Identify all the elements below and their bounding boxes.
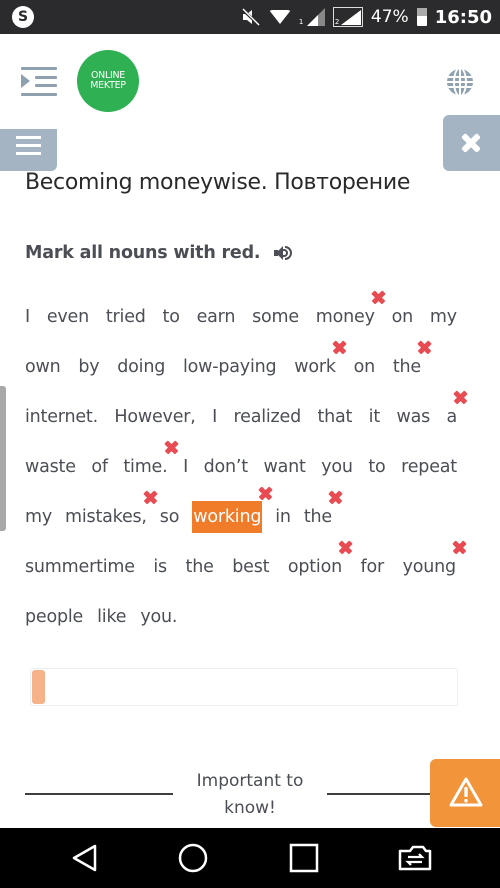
word[interactable]: mistakes, — [65, 505, 147, 529]
passage-line: waste of time. Idon’t want you to repeat — [25, 442, 457, 492]
speaker-icon[interactable] — [274, 246, 293, 260]
wrong-mark-icon — [328, 490, 342, 504]
word[interactable]: repeat — [401, 455, 457, 479]
word[interactable]: I — [25, 305, 30, 329]
word[interactable]: I — [212, 405, 217, 429]
word[interactable]: I — [183, 455, 188, 479]
divider-right — [327, 793, 435, 795]
passage-line: people like you. — [25, 592, 457, 642]
word[interactable]: for — [361, 555, 385, 579]
word[interactable]: internet. — [25, 405, 98, 429]
passage-line: own by doing low-paying work on the — [25, 342, 421, 392]
app-header: ONLINE MEKTEP — [0, 34, 500, 129]
warning-button[interactable] — [430, 759, 500, 827]
word[interactable]: earn — [197, 305, 236, 329]
battery-icon — [416, 8, 427, 26]
sidebar-toggle-button[interactable] — [0, 129, 57, 171]
word[interactable]: you — [321, 455, 353, 479]
progress-bar — [30, 668, 458, 706]
scrollbar[interactable] — [0, 386, 6, 531]
word[interactable]: time. — [123, 455, 167, 479]
word[interactable]: doing — [117, 355, 165, 379]
word[interactable]: realized — [234, 405, 302, 429]
passage-line: internet. However, Irealized that it was a — [25, 392, 457, 442]
lesson-title: Becoming moneywise. Повторение — [25, 170, 411, 195]
wifi-icon — [268, 10, 291, 24]
status-bar: S 1 2 47% 16:50 — [0, 0, 500, 34]
clock: 16:50 — [434, 6, 492, 28]
word[interactable]: people — [25, 605, 83, 629]
word[interactable]: the — [186, 555, 214, 579]
word[interactable]: by — [78, 355, 99, 379]
word[interactable]: was — [396, 405, 430, 429]
passage: Ieven tried to earn some money on my own by doing l… — [25, 292, 457, 642]
word[interactable]: my — [25, 505, 52, 529]
wrong-mark-icon — [338, 540, 352, 554]
word[interactable]: money — [316, 305, 375, 329]
word[interactable]: work — [294, 355, 336, 379]
word[interactable]: low-paying — [183, 355, 277, 379]
word[interactable]: on — [354, 355, 376, 379]
word[interactable]: in — [275, 505, 291, 529]
close-button[interactable] — [443, 115, 500, 171]
home-icon[interactable] — [178, 843, 208, 873]
word[interactable]: some — [252, 305, 299, 329]
android-nav-bar — [0, 828, 500, 888]
battery-percent: 47% — [370, 7, 409, 27]
word[interactable]: don’t — [204, 455, 249, 479]
progress-fill — [32, 670, 45, 704]
important-to-know-section[interactable]: Important to know! — [25, 766, 435, 824]
word[interactable]: like — [97, 605, 126, 629]
signal-sim1-icon: 1 — [298, 8, 325, 26]
word[interactable]: even — [47, 305, 89, 329]
word[interactable]: the — [304, 505, 332, 529]
word[interactable]: own — [25, 355, 61, 379]
globe-icon[interactable] — [447, 69, 473, 95]
warning-icon — [449, 777, 483, 807]
passage-line: Ieven tried to earn some money on my — [25, 292, 457, 342]
word[interactable]: waste — [25, 455, 76, 479]
wrong-mark-icon — [164, 440, 178, 454]
wrong-mark-icon — [371, 290, 385, 304]
word[interactable]: on — [392, 305, 414, 329]
word[interactable]: tried — [106, 305, 146, 329]
recents-icon[interactable] — [289, 843, 319, 873]
word-selected[interactable]: working — [192, 501, 263, 533]
passage-line: summertime is the best option for young — [25, 542, 456, 592]
word[interactable]: is — [153, 555, 167, 579]
shazam-icon: S — [12, 6, 34, 28]
word[interactable]: that — [317, 405, 352, 429]
back-icon[interactable] — [70, 843, 100, 873]
wrong-mark-icon — [452, 540, 466, 554]
switch-app-icon[interactable] — [398, 843, 432, 873]
wrong-mark-icon — [417, 340, 431, 354]
word[interactable]: so — [160, 505, 180, 529]
wrong-mark-icon — [332, 340, 346, 354]
word[interactable]: of — [91, 455, 108, 479]
word[interactable]: summertime — [25, 555, 135, 579]
task-instruction: Mark all nouns with red. — [25, 243, 293, 263]
word[interactable]: you. — [140, 605, 177, 629]
word[interactable]: best — [232, 555, 269, 579]
word[interactable]: option — [288, 555, 342, 579]
word[interactable]: However, — [114, 405, 195, 429]
indent-menu-icon[interactable] — [21, 67, 57, 97]
word[interactable]: a — [446, 405, 457, 429]
word[interactable]: to — [163, 305, 180, 329]
word[interactable]: to — [368, 455, 385, 479]
important-label: Important to know! — [196, 771, 304, 818]
passage-line: my mistakes, so working in the — [25, 492, 457, 542]
wrong-mark-icon — [143, 490, 157, 504]
divider-left — [25, 793, 173, 795]
wrong-mark-icon — [453, 390, 467, 404]
signal-sim2-icon: 2 — [332, 7, 363, 27]
word[interactable]: it — [369, 405, 381, 429]
mute-icon — [240, 8, 260, 26]
online-mektep-logo[interactable]: ONLINE MEKTEP — [77, 50, 139, 112]
word[interactable]: the — [393, 355, 421, 379]
word[interactable]: want — [264, 455, 306, 479]
word[interactable]: my — [430, 305, 457, 329]
wrong-mark-icon — [258, 486, 272, 500]
word[interactable]: young — [403, 555, 457, 579]
